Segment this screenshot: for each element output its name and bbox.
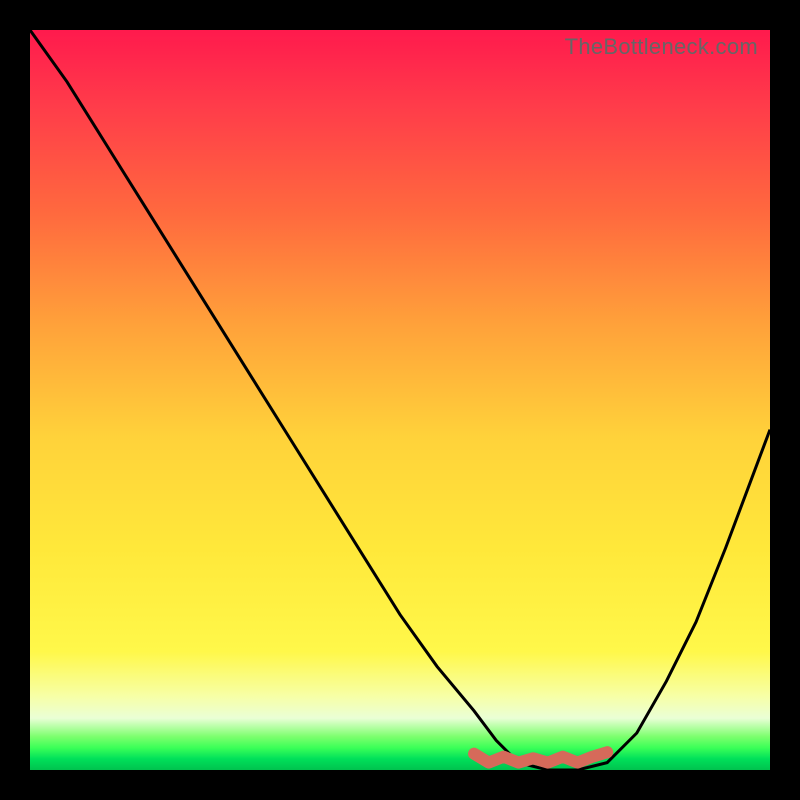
chart-frame: TheBottleneck.com	[0, 0, 800, 800]
bottleneck-curve	[30, 30, 770, 770]
optimal-range-squiggle	[474, 752, 607, 762]
curve-path	[30, 30, 770, 770]
plot-area: TheBottleneck.com	[30, 30, 770, 770]
